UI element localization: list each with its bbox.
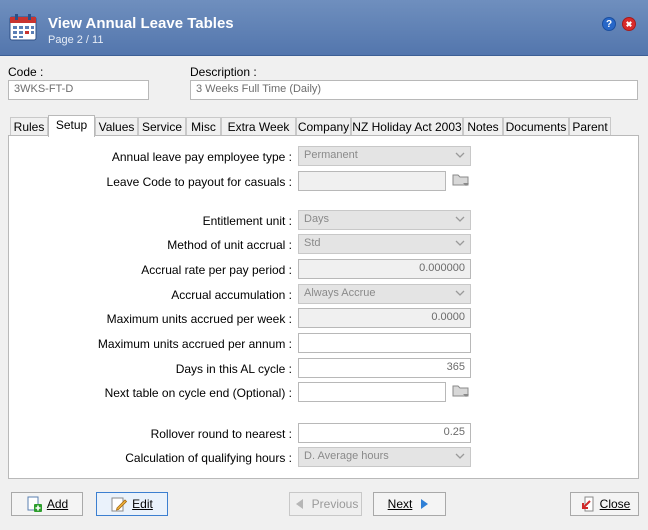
max-units-annum-label: Maximum units accrued per annum : xyxy=(97,337,292,351)
chevron-down-icon xyxy=(455,240,465,246)
close-button[interactable]: Close xyxy=(570,492,639,516)
tab-misc[interactable]: Misc xyxy=(186,117,221,136)
row-method-unit-accrual: Method of unit accrual : xyxy=(20,238,292,254)
code-label: Code : xyxy=(8,65,44,79)
row-qualifying-hours: Calculation of qualifying hours : xyxy=(20,451,292,467)
previous-button[interactable]: Previous xyxy=(289,492,362,516)
accrual-rate-label: Accrual rate per pay period : xyxy=(141,263,292,277)
close-button-label: Close xyxy=(599,497,631,511)
tab-nz-holiday-act[interactable]: NZ Holiday Act 2003 xyxy=(351,117,463,136)
row-leave-code-payout: Leave Code to payout for casuals : xyxy=(20,175,292,191)
folder-lookup-icon[interactable] xyxy=(452,383,470,399)
row-rollover: Rollover round to nearest : xyxy=(20,427,292,443)
accrual-accumulation-label: Accrual accumulation : xyxy=(171,288,292,302)
accrual-accumulation-value: Always Accrue xyxy=(304,287,376,299)
next-table-label: Next table on cycle end (Optional) : xyxy=(104,386,292,400)
edit-button[interactable]: Edit xyxy=(96,492,168,516)
chevron-down-icon xyxy=(455,216,465,222)
title-bar: View Annual Leave Tables Page 2 / 11 ? ✖ xyxy=(0,0,648,56)
entitlement-unit-value: Days xyxy=(304,213,330,225)
pay-employee-type-label: Annual leave pay employee type : xyxy=(111,150,292,164)
close-icon: ✖ xyxy=(625,20,633,29)
row-accrual-rate: Accrual rate per pay period : xyxy=(20,263,292,279)
edit-button-label: Edit xyxy=(132,497,153,511)
close-window-button[interactable]: ✖ xyxy=(622,17,636,31)
method-unit-accrual-label: Method of unit accrual : xyxy=(167,238,292,252)
days-al-cycle-field[interactable]: 365 xyxy=(298,358,471,378)
help-button[interactable]: ? xyxy=(602,17,616,31)
folder-lookup-icon[interactable] xyxy=(452,172,470,188)
leave-code-payout-label: Leave Code to payout for casuals : xyxy=(106,175,292,189)
tab-documents[interactable]: Documents xyxy=(503,117,569,136)
rollover-field[interactable]: 0.25 xyxy=(298,423,471,443)
next-table-field[interactable] xyxy=(298,382,446,402)
qualifying-hours-value: D. Average hours xyxy=(304,450,389,462)
rollover-label: Rollover round to nearest : xyxy=(150,427,292,441)
method-unit-accrual-value: Std xyxy=(304,237,321,249)
previous-button-label: Previous xyxy=(311,497,359,511)
pay-employee-type-select[interactable]: Permanent xyxy=(298,146,471,166)
tab-rules[interactable]: Rules xyxy=(10,117,48,136)
row-pay-employee-type: Annual leave pay employee type : xyxy=(20,150,292,166)
row-accrual-accumulation: Accrual accumulation : xyxy=(20,288,292,304)
tab-notes[interactable]: Notes xyxy=(463,117,503,136)
max-units-week-field[interactable]: 0.0000 xyxy=(298,308,471,328)
calendar-icon xyxy=(9,14,37,41)
row-days-al-cycle: Days in this AL cycle : xyxy=(20,362,292,378)
chevron-down-icon xyxy=(455,290,465,296)
entitlement-unit-label: Entitlement unit : xyxy=(202,214,292,228)
exit-icon xyxy=(581,496,594,512)
row-entitlement-unit: Entitlement unit : xyxy=(20,214,292,230)
row-max-units-annum: Maximum units accrued per annum : xyxy=(20,337,292,353)
row-next-table: Next table on cycle end (Optional) : xyxy=(20,386,292,402)
window-title: View Annual Leave Tables xyxy=(48,15,234,32)
next-button-label: Next xyxy=(387,497,413,511)
tab-values[interactable]: Values xyxy=(95,117,138,136)
pencil-icon xyxy=(111,497,128,512)
description-field[interactable]: 3 Weeks Full Time (Daily) xyxy=(190,80,638,100)
qualifying-hours-select[interactable]: D. Average hours xyxy=(298,447,471,467)
chevron-down-icon xyxy=(455,152,465,158)
arrow-left-icon xyxy=(295,499,303,509)
next-button[interactable]: Next xyxy=(373,492,446,516)
max-units-week-label: Maximum units accrued per week : xyxy=(106,312,292,326)
code-field[interactable]: 3WKS-FT-D xyxy=(8,80,149,100)
tab-parent[interactable]: Parent xyxy=(569,117,611,136)
entitlement-unit-select[interactable]: Days xyxy=(298,210,471,230)
tab-setup[interactable]: Setup xyxy=(48,115,95,137)
pay-employee-type-value: Permanent xyxy=(304,149,358,161)
arrow-right-icon xyxy=(421,499,429,509)
help-icon: ? xyxy=(605,19,613,30)
tab-service[interactable]: Service xyxy=(138,117,186,136)
add-document-icon xyxy=(27,496,42,512)
add-button[interactable]: Add xyxy=(11,492,83,516)
max-units-annum-field[interactable] xyxy=(298,333,471,353)
leave-code-payout-field[interactable] xyxy=(298,171,446,191)
row-max-units-week: Maximum units accrued per week : xyxy=(20,312,292,328)
tab-extra-week[interactable]: Extra Week xyxy=(221,117,296,136)
method-unit-accrual-select[interactable]: Std xyxy=(298,234,471,254)
accrual-accumulation-select[interactable]: Always Accrue xyxy=(298,284,471,304)
chevron-down-icon xyxy=(455,453,465,459)
tab-company[interactable]: Company xyxy=(296,117,351,136)
days-al-cycle-label: Days in this AL cycle : xyxy=(175,362,292,376)
page-indicator: Page 2 / 11 xyxy=(48,34,104,46)
description-label: Description : xyxy=(190,65,257,79)
qualifying-hours-label: Calculation of qualifying hours : xyxy=(125,451,292,465)
add-button-label: Add xyxy=(46,497,69,511)
accrual-rate-field[interactable]: 0.000000 xyxy=(298,259,471,279)
